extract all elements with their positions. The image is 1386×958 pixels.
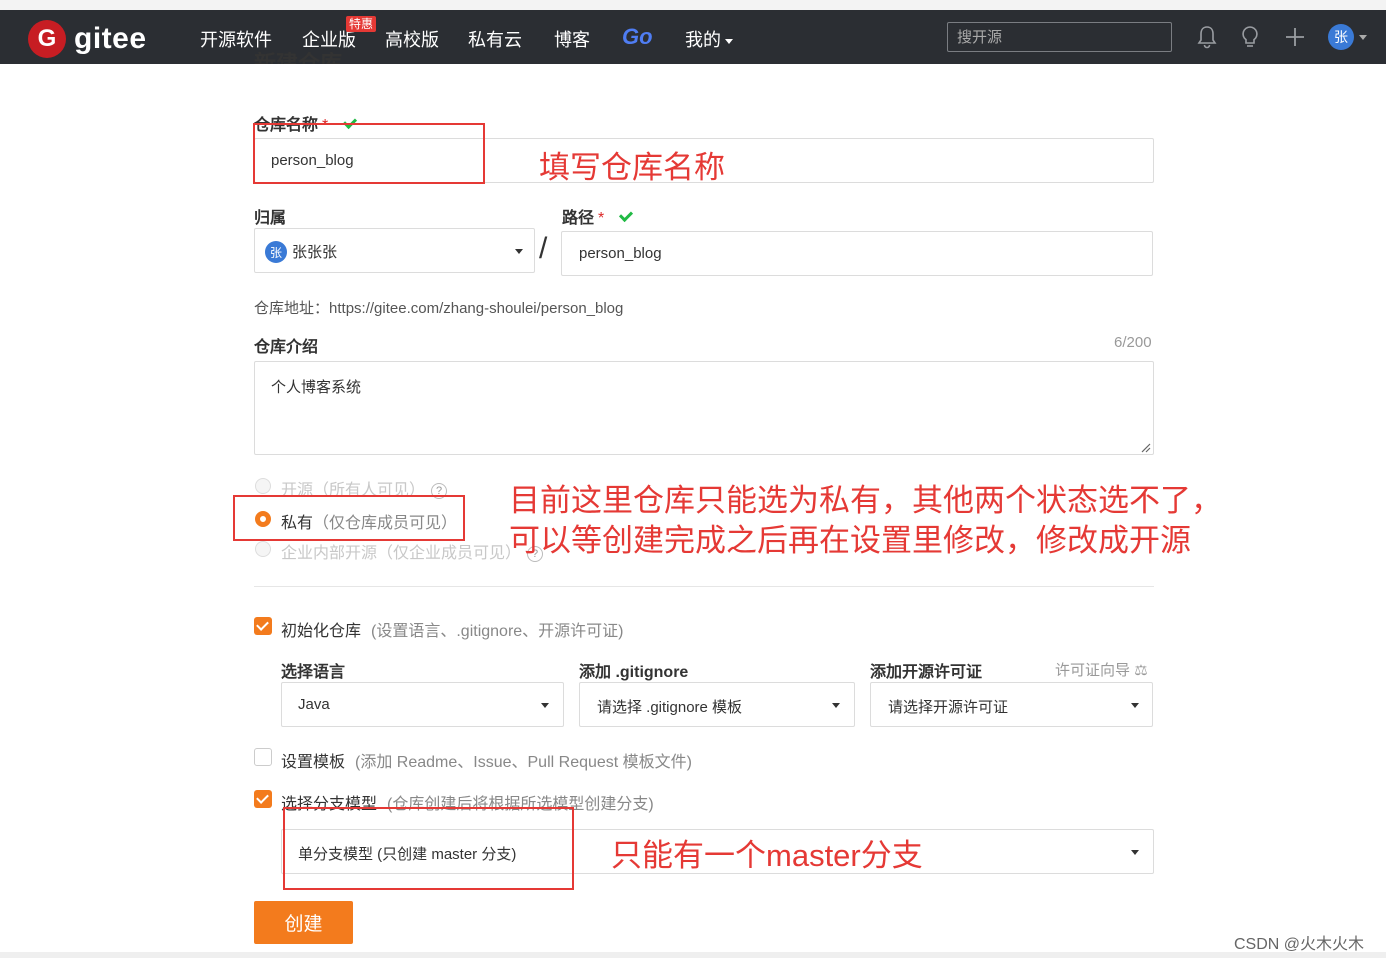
license-guide-text: 许可证向导 [1055, 662, 1131, 679]
browser-bottom-strip [0, 952, 1386, 958]
path-label-text: 路径 [562, 210, 595, 227]
template-checkbox[interactable] [254, 748, 272, 766]
gitee-logo[interactable]: G gitee [28, 20, 147, 58]
template-hint: (添加 Readme、Issue、Pull Request 模板文件) [355, 754, 693, 771]
csdn-watermark: CSDN @火木火木 [1234, 936, 1365, 953]
required-mark: * [598, 210, 605, 227]
init-repo-hint: (设置语言、.gitignore、开源许可证) [371, 623, 624, 640]
annotation-visibility-line2: 可以等创建完成之后再在设置里修改，修改成开源 [509, 523, 1191, 558]
owner-value: 张张张 [292, 244, 338, 261]
page-title: 新建仓库 [254, 51, 343, 64]
lightbulb-icon[interactable] [1238, 24, 1262, 50]
chevron-down-icon [1131, 850, 1139, 855]
nav-item-private-cloud[interactable]: 私有云 [468, 26, 522, 52]
annotation-box-branch [283, 807, 574, 890]
annotation-visibility-line1: 目前这里仓库只能选为私有，其他两个状态选不了， [509, 483, 1222, 518]
owner-avatar: 张 [265, 241, 287, 263]
nav-mine-label: 我的 [685, 30, 721, 50]
user-avatar[interactable]: 张 [1328, 24, 1354, 50]
intro-value: 个人博客系统 [271, 379, 362, 396]
gitignore-label: 添加 .gitignore [579, 664, 689, 681]
repo-url-label: 仓库地址： [254, 300, 330, 317]
bell-icon[interactable] [1195, 24, 1219, 50]
chevron-down-icon[interactable] [1359, 35, 1367, 40]
repo-url: 仓库地址：https://gitee.com/zhang-shoulei/per… [254, 297, 623, 318]
visibility-enterprise: 企业内部开源（仅企业成员可见）? [281, 539, 544, 563]
language-value: Java [298, 696, 330, 713]
annotation-branch: 只能有一个master分支 [611, 838, 923, 873]
init-repo-label: 初始化仓库 (设置语言、.gitignore、开源许可证) [281, 617, 624, 641]
path-separator: / [539, 232, 548, 265]
template-label: 设置模板 (添加 Readme、Issue、Pull Request 模板文件) [281, 748, 692, 772]
owner-label: 归属 [254, 210, 287, 227]
path-label: 路径 * [562, 204, 634, 228]
nav-item-go[interactable]: Go [622, 24, 653, 50]
intro-label: 仓库介绍 [254, 339, 319, 356]
nav-item-education[interactable]: 高校版 [385, 26, 439, 52]
radio-enterprise [255, 541, 271, 557]
plus-icon[interactable] [1283, 24, 1307, 50]
branch-model-checkbox[interactable] [254, 790, 272, 808]
chevron-down-icon [541, 703, 549, 708]
gitee-logo-text: gitee [74, 22, 147, 55]
intro-textarea[interactable] [254, 361, 1154, 455]
divider [254, 586, 1154, 587]
chevron-down-icon [725, 38, 733, 44]
hot-badge: 特惠 [346, 16, 377, 32]
resize-handle-icon[interactable] [1139, 441, 1151, 453]
browser-top-strip [0, 0, 1386, 10]
nav-item-mine[interactable]: 我的 [685, 26, 733, 52]
license-value: 请选择开源许可证 [888, 699, 1009, 716]
repo-url-value: https://gitee.com/zhang-shoulei/person_b… [329, 300, 624, 317]
template-text: 设置模板 [281, 754, 346, 771]
gitee-logo-icon: G [28, 20, 66, 58]
intro-char-count: 6/200 [1114, 334, 1152, 351]
annotation-box-repo-name [253, 123, 485, 184]
top-navbar: G gitee 开源软件 企业版 特惠 高校版 私有云 博客 Go 我的 张 [0, 10, 1386, 64]
chevron-down-icon [515, 249, 523, 254]
scale-icon: ⚖ [1134, 662, 1148, 679]
chevron-down-icon [832, 703, 840, 708]
gitignore-value: 请选择 .gitignore 模板 [597, 699, 743, 716]
annotation-repo-name: 填写仓库名称 [539, 150, 725, 185]
check-icon [619, 207, 634, 222]
init-repo-text: 初始化仓库 [281, 623, 362, 640]
visibility-enterprise-label: 企业内部开源 [281, 545, 378, 562]
visibility-enterprise-hint: （仅企业成员可见） [377, 545, 522, 562]
init-repo-checkbox[interactable] [254, 617, 272, 635]
annotation-box-private [233, 495, 465, 541]
license-guide-link[interactable]: 许可证向导 ⚖ [1055, 659, 1148, 680]
chevron-down-icon [1131, 703, 1139, 708]
nav-item-blog[interactable]: 博客 [554, 26, 590, 52]
language-label: 选择语言 [281, 664, 346, 681]
license-label: 添加开源许可证 [870, 664, 983, 681]
create-button[interactable]: 创建 [254, 901, 353, 944]
path-value: person_blog [579, 245, 662, 262]
search-input[interactable] [947, 22, 1172, 52]
radio-public [255, 478, 271, 494]
